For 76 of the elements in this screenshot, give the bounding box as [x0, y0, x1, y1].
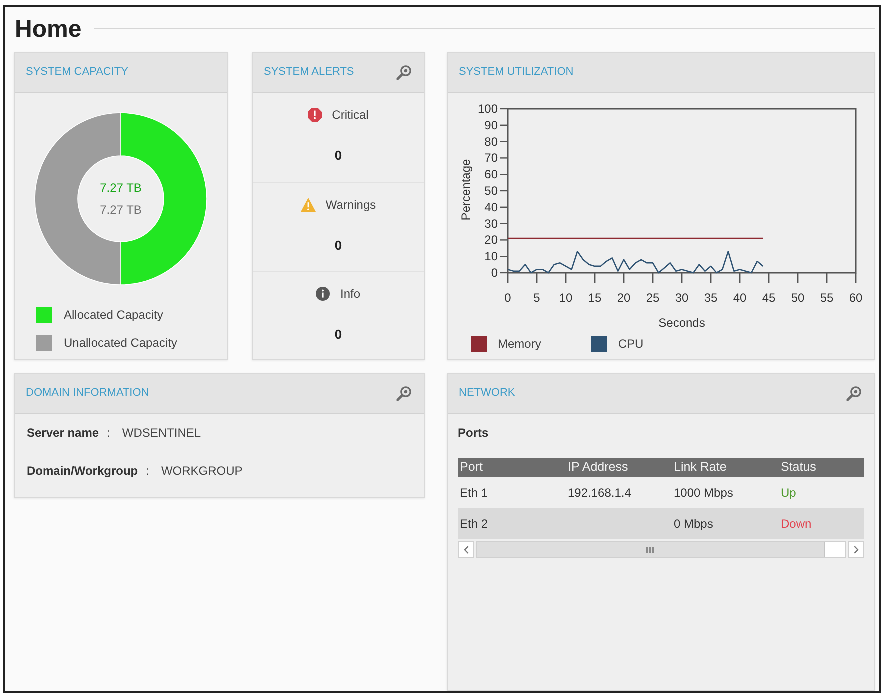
axis-tick-label: 60 — [849, 291, 863, 305]
axis-title: Percentage — [459, 159, 473, 221]
axis-tick-label: 45 — [762, 291, 776, 305]
column-header[interactable]: Status — [779, 458, 864, 477]
axis-tick-label: 30 — [484, 216, 498, 231]
panel-title: SYSTEM ALERTS — [264, 65, 354, 80]
axis-tick-label: 55 — [820, 291, 834, 305]
axis-tick-label: 70 — [484, 151, 498, 166]
field-value: WORKGROUP — [161, 463, 243, 479]
axis-title: Seconds — [658, 316, 706, 330]
chevron-right-icon — [854, 546, 858, 554]
page-title: Home — [15, 16, 82, 44]
chevron-left-icon — [464, 546, 468, 554]
table-row[interactable]: Eth 2 0 Mbps Down — [458, 508, 864, 539]
magnifier-icon[interactable] — [846, 386, 862, 402]
scrollbar-thumb[interactable] — [477, 542, 825, 557]
legend-label: Unallocated Capacity — [64, 335, 178, 351]
column-header[interactable]: Link Rate — [672, 458, 779, 477]
scroll-right-button[interactable] — [848, 541, 864, 558]
panel-title: NETWORK — [459, 386, 516, 402]
panel-title: SYSTEM UTILIZATION — [459, 65, 574, 80]
column-header[interactable]: IP Address — [566, 458, 672, 477]
panel-title: SYSTEM CAPACITY — [26, 65, 128, 80]
axis-tick-label: 0 — [491, 266, 498, 280]
axis-tick-label: 20 — [617, 291, 631, 305]
alert-label: Critical — [332, 107, 369, 123]
alert-count: 0 — [334, 148, 342, 164]
axis-tick-label: 10 — [559, 291, 573, 305]
alert-count: 0 — [334, 327, 342, 343]
axis-tick-label: 25 — [646, 291, 660, 305]
axis-tick-label: 40 — [733, 291, 747, 305]
axis-tick-label: 80 — [484, 134, 498, 149]
separator-text: : — [146, 463, 150, 479]
field-value: WDSENTINEL — [122, 425, 202, 441]
axis-tick-label: 40 — [484, 200, 498, 214]
legend-label: Memory — [498, 336, 542, 352]
table-cell: 0 Mbps — [672, 508, 779, 539]
axis-tick-label: 5 — [534, 291, 540, 305]
table-cell: 1000 Mbps — [672, 477, 779, 508]
axis-tick-label: 50 — [791, 291, 805, 305]
field-label: Domain/Workgroup — [27, 463, 138, 479]
info-icon — [316, 287, 330, 301]
grip-icon — [646, 546, 655, 552]
axis-tick-label: 15 — [588, 291, 602, 305]
axis-tick-label: 30 — [675, 291, 689, 305]
table-cell: 192.168.1.4 — [566, 477, 672, 508]
scroll-left-button[interactable] — [458, 541, 474, 558]
table-cell: Eth 1 — [458, 477, 566, 508]
legend-label: CPU — [618, 336, 644, 352]
table-row[interactable]: Eth 1 192.168.1.4 1000 Mbps Up — [458, 477, 864, 508]
column-header[interactable]: Port — [458, 458, 566, 477]
capacity-value: 7.27 TB — [100, 203, 142, 217]
field-label: Server name — [27, 425, 100, 441]
axis-tick-label: 20 — [484, 233, 498, 248]
section-title: Ports — [458, 425, 490, 441]
alert-label: Info — [340, 286, 360, 302]
magnifier-icon[interactable] — [396, 64, 412, 80]
status-text: Down — [779, 508, 864, 539]
table-cell: Eth 2 — [458, 508, 566, 539]
axis-tick-label: 35 — [704, 291, 718, 305]
axis-tick-label: 0 — [504, 291, 512, 305]
alert-label: Warnings — [326, 197, 376, 213]
axis-tick-label: 90 — [484, 118, 498, 132]
capacity-value: 7.27 TB — [100, 181, 142, 195]
status-text: Up — [779, 477, 864, 508]
warning-icon — [300, 198, 316, 212]
magnifier-icon[interactable] — [396, 386, 412, 402]
legend-label: Allocated Capacity — [64, 307, 164, 323]
alert-count: 0 — [334, 238, 342, 254]
axis-tick-label: 60 — [484, 168, 498, 182]
panel-title: DOMAIN INFORMATION — [26, 386, 150, 402]
axis-tick-label: 50 — [484, 184, 498, 198]
error-icon — [308, 108, 322, 122]
separator-text: : — [107, 425, 110, 441]
axis-tick-label: 100 — [478, 102, 498, 116]
axis-tick-label: 10 — [484, 250, 498, 264]
